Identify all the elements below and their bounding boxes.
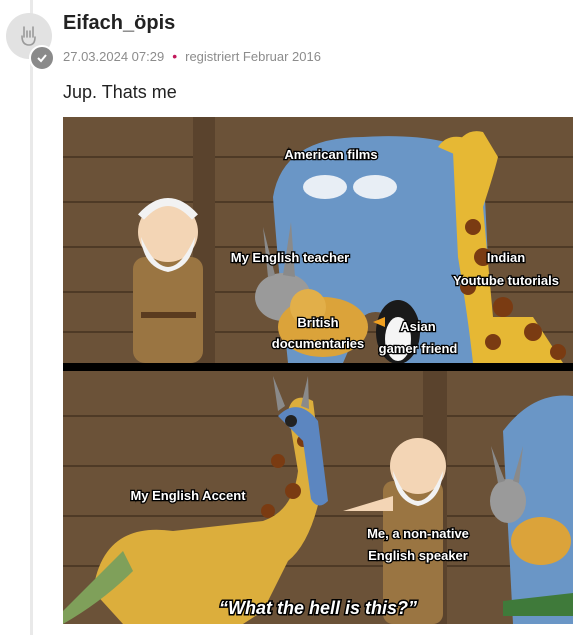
- caption-british: British: [297, 315, 338, 330]
- caption-youtube-tutorials: Youtube tutorials: [453, 273, 559, 288]
- top-panel: American films My English teacher Indian…: [63, 117, 573, 364]
- post-thread-border: [30, 0, 33, 635]
- caption-indian: Indian: [487, 250, 525, 265]
- lioness-bottom: [511, 517, 571, 565]
- bottom-panel: My English Accent Me, a non-native Engli…: [63, 371, 573, 624]
- caption-gamer-friend: gamer friend: [379, 341, 458, 356]
- old-man-top: [133, 198, 203, 363]
- check-icon: [37, 54, 47, 63]
- panel-divider: [63, 363, 573, 371]
- caption-english-accent: My English Accent: [130, 488, 246, 503]
- registration-date: registriert Februar 2016: [185, 48, 321, 64]
- username[interactable]: Eifach_öpis: [63, 12, 175, 35]
- post-meta: 27.03.2024 07:29 • registriert Februar 2…: [63, 48, 321, 64]
- caption-documentaries: documentaries: [272, 336, 364, 351]
- post-text: Jup. Thats me: [63, 82, 177, 102]
- caption-asian: Asian: [400, 319, 435, 334]
- verified-badge: [29, 45, 55, 71]
- caption-what-the-hell: “What the hell is this?”: [219, 598, 417, 618]
- caption-american-films: American films: [284, 147, 377, 162]
- caption-non-native-1: Me, a non-native: [367, 526, 469, 541]
- caption-non-native-2: English speaker: [368, 548, 468, 563]
- meme-image[interactable]: American films My English teacher Indian…: [63, 117, 573, 624]
- meta-separator: •: [172, 48, 178, 64]
- caption-english-teacher: My English teacher: [231, 250, 349, 265]
- post-timestamp: 27.03.2024 07:29: [63, 48, 165, 64]
